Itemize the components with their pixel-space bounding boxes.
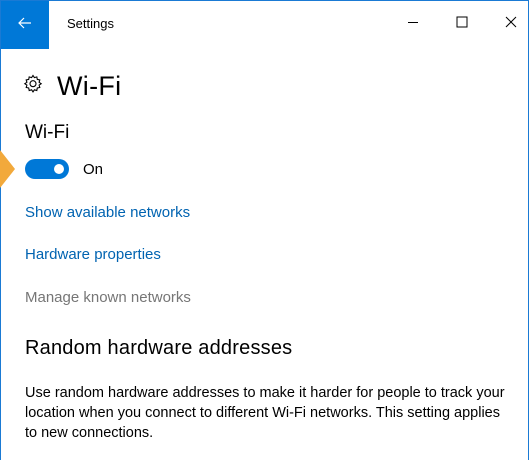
minimize-icon	[407, 15, 419, 33]
back-button[interactable]	[1, 1, 49, 49]
close-icon	[505, 15, 517, 33]
hardware-properties-link[interactable]: Hardware properties	[25, 246, 161, 263]
toggle-knob	[54, 164, 64, 174]
wifi-toggle-row: On	[25, 159, 103, 179]
page-header: Wi-Fi	[23, 71, 121, 102]
settings-window: Settings Wi-Fi Wi-Fi On Show available n…	[0, 0, 529, 460]
show-available-networks-link[interactable]: Show available networks	[25, 204, 190, 221]
title-bar: Settings	[1, 1, 528, 49]
maximize-icon	[456, 15, 468, 33]
wifi-section-title: Wi-Fi	[25, 122, 70, 143]
maximize-button[interactable]	[439, 1, 485, 47]
gear-icon	[23, 74, 43, 99]
window-title: Settings	[67, 16, 114, 31]
minimize-button[interactable]	[390, 1, 436, 47]
wifi-toggle-state-label: On	[83, 160, 104, 178]
pointer-arrow-indicator	[0, 150, 15, 188]
random-hardware-addresses-description: Use random hardware addresses to make it…	[25, 385, 505, 441]
page-title: Wi-Fi	[57, 71, 122, 101]
back-arrow-icon	[17, 15, 33, 36]
wifi-toggle[interactable]	[25, 159, 69, 179]
manage-known-networks-link[interactable]: Manage known networks	[25, 289, 191, 306]
close-button[interactable]	[488, 1, 528, 47]
random-hardware-addresses-title: Random hardware addresses	[25, 337, 293, 359]
